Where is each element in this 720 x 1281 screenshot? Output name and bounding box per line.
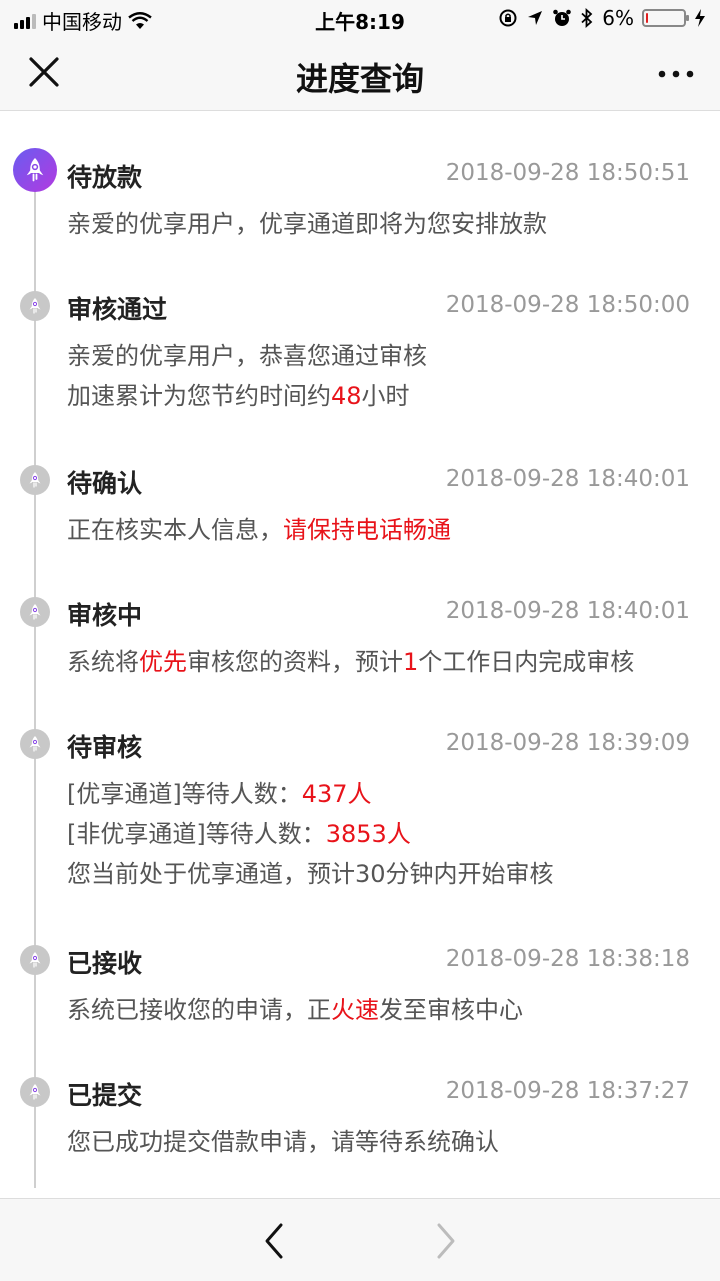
step-title: 已提交 — [67, 1081, 143, 1110]
forward-button — [428, 1221, 464, 1261]
description-text: 您当前处于优享通道，预计30分钟内开始审核 — [67, 860, 554, 888]
step-description: 系统将优先审核您的资料，预计1个工作日内完成审核 — [67, 642, 634, 682]
description-line: [优享通道]等待人数：437人 — [67, 774, 554, 814]
step-title: 待审核 — [67, 733, 143, 762]
rocket-icon — [29, 472, 41, 488]
step-description: 亲爱的优享用户，恭喜您通过审核 加速累计为您节约时间约48小时 — [67, 336, 427, 416]
status-bar: 中国移动 上午8:19 6% — [0, 0, 720, 36]
timeline-node — [20, 1077, 50, 1107]
highlight-text: 3853人 — [325, 820, 411, 848]
highlight-text: 火速 — [331, 996, 379, 1024]
step-title: 已接收 — [67, 949, 143, 978]
description-text: 亲爱的优享用户，优享通道即将为您安排放款 — [67, 210, 547, 238]
step-title: 待确认 — [67, 469, 143, 498]
step-description: 您已成功提交借款申请，请等待系统确认 — [67, 1122, 499, 1162]
description-text: 亲爱的优享用户，恭喜您通过审核 — [67, 342, 427, 370]
description-line: 加速累计为您节约时间约48小时 — [67, 376, 427, 416]
battery-level — [646, 13, 648, 23]
step-time: 2018-09-28 18:40:01 — [445, 598, 690, 624]
alarm-icon — [553, 9, 572, 26]
rocket-icon — [29, 604, 41, 620]
highlight-text: 437人 — [301, 780, 372, 808]
charging-icon — [695, 9, 705, 27]
timeline-node — [20, 291, 50, 321]
description-text: 小时 — [361, 382, 410, 410]
description-line: 您已成功提交借款申请，请等待系统确认 — [67, 1122, 499, 1162]
description-text: 个工作日内完成审核 — [418, 648, 635, 676]
highlight-text: 请保持电话畅通 — [283, 516, 451, 544]
timeline-line — [34, 173, 36, 1188]
bluetooth-icon — [581, 8, 593, 28]
description-text: 审核您的资料，预计 — [187, 648, 403, 676]
rocket-icon — [29, 298, 41, 314]
step-time: 2018-09-28 18:37:27 — [445, 1078, 690, 1104]
step-time: 2018-09-28 18:40:01 — [445, 466, 690, 492]
description-text: 发至审核中心 — [379, 996, 523, 1024]
step-description: 正在核实本人信息，请保持电话畅通 — [67, 510, 451, 550]
step-time: 2018-09-28 18:39:09 — [445, 730, 690, 756]
description-text: 系统将 — [67, 648, 139, 676]
chevron-right-icon — [437, 1223, 455, 1259]
rocket-icon — [26, 158, 44, 182]
description-text: 系统已接收您的申请，正 — [67, 996, 331, 1024]
timeline-node — [20, 465, 50, 495]
highlight-text: 1 — [403, 648, 419, 676]
rocket-icon — [29, 1084, 41, 1100]
step-title: 审核中 — [67, 601, 143, 630]
description-text: 加速累计为您节约时间约 — [67, 382, 331, 410]
description-line: [非优享通道]等待人数：3853人 — [67, 814, 554, 854]
highlight-text: 优先 — [139, 648, 187, 676]
description-line: 亲爱的优享用户，恭喜您通过审核 — [67, 336, 427, 376]
bottom-toolbar — [0, 1198, 720, 1281]
battery-icon — [642, 9, 689, 27]
step-title: 审核通过 — [67, 295, 168, 324]
location-icon — [528, 11, 543, 25]
chevron-left-icon — [265, 1223, 283, 1259]
description-text: [非优享通道]等待人数： — [67, 820, 326, 848]
timeline-node — [20, 597, 50, 627]
description-line: 您当前处于优享通道，预计30分钟内开始审核 — [67, 854, 554, 894]
progress-timeline: 待放款 2018-09-28 18:50:51 亲爱的优享用户，优享通道即将为您安排… — [0, 110, 720, 1198]
more-button[interactable] — [656, 56, 696, 92]
step-time: 2018-09-28 18:38:18 — [445, 946, 690, 972]
status-right: 6% — [498, 6, 706, 30]
step-description: [优享通道]等待人数：437人 [非优享通道]等待人数：3853人 您当前处于优享通… — [67, 774, 554, 894]
description-line: 系统将优先审核您的资料，预计1个工作日内完成审核 — [67, 642, 634, 682]
step-title: 待放款 — [67, 163, 143, 192]
more-icon — [658, 70, 694, 78]
step-description: 系统已接收您的申请，正火速发至审核中心 — [67, 990, 523, 1030]
step-time: 2018-09-28 18:50:51 — [445, 160, 690, 186]
description-line: 正在核实本人信息，请保持电话畅通 — [67, 510, 451, 550]
highlight-text: 48 — [331, 382, 362, 410]
description-line: 亲爱的优享用户，优享通道即将为您安排放款 — [67, 204, 547, 244]
description-text: [优享通道]等待人数： — [67, 780, 302, 808]
timeline-node — [20, 945, 50, 975]
timeline-node-active — [13, 148, 57, 192]
timeline-node — [20, 729, 50, 759]
page-title: 进度查询 — [295, 60, 424, 98]
nav-bar: 进度查询 — [0, 36, 720, 111]
description-text: 您已成功提交借款申请，请等待系统确认 — [67, 1128, 499, 1156]
step-time: 2018-09-28 18:50:00 — [445, 292, 690, 318]
description-line: 系统已接收您的申请，正火速发至审核中心 — [67, 990, 523, 1030]
rocket-icon — [29, 736, 41, 752]
back-button[interactable] — [256, 1221, 292, 1261]
rocket-icon — [29, 952, 41, 968]
step-description: 亲爱的优享用户，优享通道即将为您安排放款 — [67, 204, 547, 244]
orientation-lock-icon — [499, 9, 517, 27]
description-text: 正在核实本人信息， — [67, 516, 283, 544]
battery-percent: 6% — [602, 6, 634, 30]
